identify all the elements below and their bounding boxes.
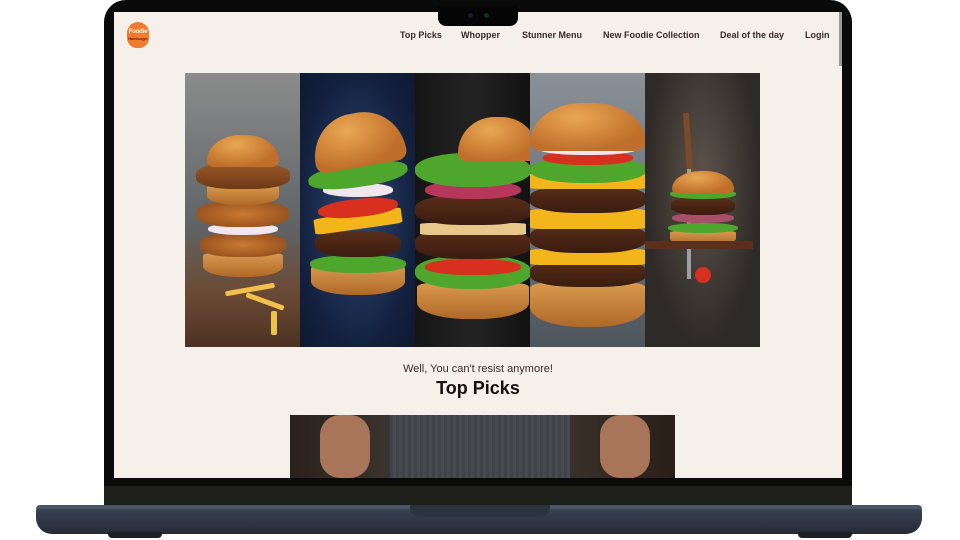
nav-deal-of-the-day[interactable]: Deal of the day bbox=[720, 30, 784, 40]
nav-top-picks[interactable]: Top Picks bbox=[400, 30, 442, 40]
section-tagline: Well, You can't resist anymore! bbox=[403, 363, 553, 375]
camera-notch bbox=[438, 6, 518, 26]
laptop-opening-notch bbox=[410, 505, 550, 517]
main-navigation: Top Picks Whopper Stunner Menu New Foodi… bbox=[114, 30, 842, 44]
camera-indicator-icon bbox=[484, 13, 489, 18]
browser-viewport: Foodie Hamburger Top Picks Whopper Stunn… bbox=[114, 12, 842, 478]
hero-banner bbox=[185, 73, 760, 347]
chef-arm-left bbox=[320, 415, 370, 478]
hero-panel-stacked-burger bbox=[185, 73, 300, 347]
top-picks-preview-image bbox=[290, 415, 675, 478]
nav-stunner-menu[interactable]: Stunner Menu bbox=[522, 30, 582, 40]
laptop-foot-right bbox=[798, 532, 852, 538]
laptop-foot-left bbox=[108, 532, 162, 538]
camera-icon bbox=[468, 13, 473, 18]
hero-panel-floating-burger bbox=[300, 73, 415, 347]
hero-panel-knife-burger bbox=[645, 73, 760, 347]
chef-apron bbox=[390, 415, 570, 478]
chef-arm-right bbox=[600, 415, 650, 478]
nav-login[interactable]: Login bbox=[805, 30, 830, 40]
hero-panel-double-patty-burger bbox=[415, 73, 530, 347]
hero-panel-cheese-burger bbox=[530, 73, 645, 347]
nav-whopper[interactable]: Whopper bbox=[461, 30, 500, 40]
laptop-chin bbox=[104, 486, 852, 506]
section-title: Top Picks bbox=[436, 378, 520, 398]
nav-new-foodie-collection[interactable]: New Foodie Collection bbox=[603, 30, 700, 40]
